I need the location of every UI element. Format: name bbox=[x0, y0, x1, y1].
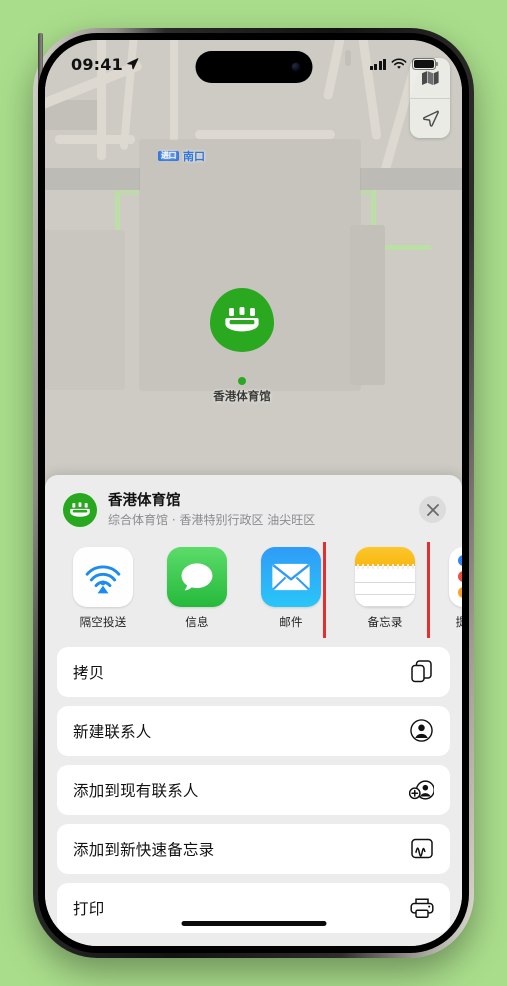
phone-screen: 进口 南口 香港体育馆 09:41 香港体育馆 综合体育馆 · 香港特别行政区 … bbox=[45, 40, 462, 946]
action-row-add-existing-contact[interactable]: 添加到现有联系人 bbox=[57, 765, 450, 815]
page-subtitle: 综合体育馆 · 香港特别行政区 油尖旺区 bbox=[108, 512, 316, 527]
location-arrow-icon bbox=[127, 57, 139, 69]
home-indicator[interactable] bbox=[181, 920, 326, 926]
phone-frame: 进口 南口 香港体育馆 09:41 香港体育馆 综合体育馆 · 香港特别行政区 … bbox=[33, 28, 474, 958]
share-sheet: 香港体育馆 综合体育馆 · 香港特别行政区 油尖旺区 隔空投送 信息 邮件 备忘… bbox=[45, 475, 462, 946]
dynamic-island bbox=[195, 51, 312, 83]
action-label: 添加到现有联系人 bbox=[73, 781, 199, 800]
map-pin-caption: 香港体育馆 bbox=[213, 389, 271, 403]
share-app-row[interactable]: 隔空投送 信息 邮件 备忘录 提 bbox=[45, 541, 462, 638]
share-sheet-header: 香港体育馆 综合体育馆 · 香港特别行政区 油尖旺区 bbox=[45, 475, 462, 542]
page-title: 香港体育馆 bbox=[108, 493, 181, 509]
action-card: 新建联系人 bbox=[57, 705, 450, 756]
close-button[interactable] bbox=[419, 496, 446, 524]
share-target-mail[interactable]: 邮件 bbox=[255, 546, 327, 630]
share-target-label: 信息 bbox=[185, 614, 209, 629]
share-action-list: 拷贝 新建联系人 添加到现有联系人 添加到新快速备忘录 打印 bbox=[45, 638, 462, 942]
quick-note-icon bbox=[409, 836, 434, 861]
stadium-icon bbox=[210, 288, 274, 352]
new-contact-icon bbox=[409, 718, 434, 743]
copy-icon bbox=[409, 659, 434, 684]
action-row-quick-note[interactable]: 添加到新快速备忘录 bbox=[57, 824, 450, 874]
action-label: 新建联系人 bbox=[73, 722, 152, 741]
share-target-label: 提醒事项 bbox=[455, 614, 462, 629]
map-label-text: 南口 bbox=[183, 150, 205, 163]
share-target-notes[interactable]: 备忘录 bbox=[349, 546, 421, 630]
messages-icon bbox=[167, 546, 227, 607]
airdrop-icon bbox=[73, 546, 133, 607]
battery-full-icon bbox=[412, 58, 438, 70]
share-target-label: 隔空投送 bbox=[79, 614, 127, 629]
action-label: 添加到新快速备忘录 bbox=[73, 840, 215, 859]
share-target-label: 备忘录 bbox=[367, 614, 403, 629]
status-bar-right bbox=[369, 58, 438, 70]
map-pin-anchor-dot bbox=[238, 377, 246, 385]
share-target-reminders[interactable]: 提醒事项 bbox=[443, 546, 462, 630]
share-sheet-titles: 香港体育馆 综合体育馆 · 香港特别行政区 油尖旺区 bbox=[108, 492, 408, 528]
map-label-badge: 进口 bbox=[158, 150, 179, 162]
locate-me-button[interactable] bbox=[410, 98, 450, 138]
wifi-icon bbox=[391, 58, 407, 69]
stadium-icon bbox=[63, 492, 97, 527]
status-bar-time: 09:41 bbox=[71, 54, 123, 74]
action-card: 拷贝 bbox=[57, 646, 450, 697]
action-card: 添加到现有联系人 bbox=[57, 764, 450, 815]
printer-icon bbox=[409, 895, 434, 920]
close-icon bbox=[426, 503, 439, 516]
share-target-messages[interactable]: 信息 bbox=[161, 546, 233, 630]
action-label: 拷贝 bbox=[73, 663, 105, 682]
phone-bezel: 进口 南口 香港体育馆 09:41 香港体育馆 综合体育馆 · 香港特别行政区 … bbox=[38, 33, 469, 953]
cellular-bars-icon bbox=[369, 58, 386, 70]
map-pin[interactable]: 香港体育馆 bbox=[206, 288, 278, 403]
notes-icon bbox=[355, 546, 415, 607]
mail-icon bbox=[261, 546, 321, 607]
location-arrow-icon bbox=[422, 110, 439, 127]
map-poi-label[interactable]: 进口 南口 bbox=[158, 148, 205, 164]
action-row-new-contact[interactable]: 新建联系人 bbox=[57, 706, 450, 756]
action-label: 打印 bbox=[73, 899, 105, 918]
status-bar-left: 09:41 bbox=[71, 55, 139, 74]
front-camera-icon bbox=[291, 62, 300, 72]
action-row-copy[interactable]: 拷贝 bbox=[57, 647, 450, 697]
share-target-label: 邮件 bbox=[279, 614, 303, 629]
action-card: 添加到新快速备忘录 bbox=[57, 823, 450, 874]
reminders-icon bbox=[449, 546, 462, 607]
add-to-contact-icon bbox=[409, 777, 434, 802]
share-target-airdrop[interactable]: 隔空投送 bbox=[67, 546, 139, 630]
